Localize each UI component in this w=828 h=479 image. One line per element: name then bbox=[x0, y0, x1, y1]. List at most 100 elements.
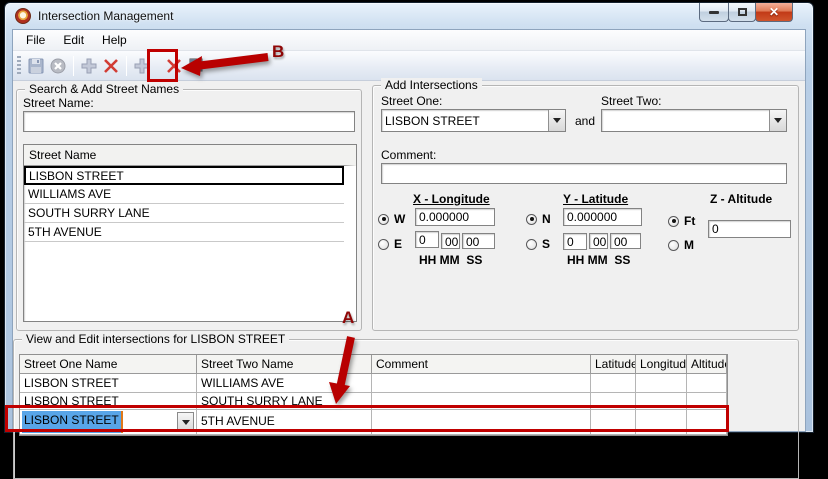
cell-altitude[interactable] bbox=[687, 374, 727, 393]
search-streets-groupbox: Search & Add Street Names Street Name: S… bbox=[16, 89, 362, 331]
longitude-mm-input[interactable]: 00 bbox=[441, 233, 460, 249]
menu-edit[interactable]: Edit bbox=[54, 31, 93, 49]
menu-help[interactable]: Help bbox=[93, 31, 136, 49]
latitude-hms-label: HH MM SS bbox=[567, 253, 630, 267]
longitude-value-input[interactable]: 0.000000 bbox=[415, 208, 495, 226]
street-one-label: Street One: bbox=[381, 94, 442, 108]
street-name-input[interactable] bbox=[23, 111, 355, 132]
comment-input[interactable] bbox=[381, 163, 787, 184]
meters-radio[interactable]: M bbox=[668, 238, 694, 252]
add-intersection-icon bbox=[134, 58, 150, 74]
cancel-button[interactable] bbox=[47, 55, 69, 77]
save-button[interactable] bbox=[25, 55, 47, 77]
cell-comment[interactable] bbox=[372, 374, 591, 393]
delete-street-button[interactable] bbox=[100, 55, 122, 77]
latitude-value-input[interactable]: 0.000000 bbox=[563, 208, 642, 226]
x-longitude-title: X - Longitude bbox=[413, 192, 490, 206]
app-window: Intersection Management ✕ File Edit Help bbox=[4, 2, 814, 433]
toolbar bbox=[13, 51, 805, 81]
title-bar[interactable]: Intersection Management ✕ bbox=[5, 3, 813, 29]
delete-intersection-icon bbox=[166, 58, 182, 74]
toolbar-grip[interactable] bbox=[17, 56, 21, 76]
east-radio[interactable]: E bbox=[378, 237, 402, 251]
cell-street-one[interactable]: LISBON STREET bbox=[20, 393, 197, 410]
add-groupbox-title: Add Intersections bbox=[381, 78, 482, 92]
cell-comment[interactable] bbox=[372, 410, 591, 435]
street-list-item[interactable]: WILLIAMS AVE bbox=[24, 185, 344, 204]
street-one-combo[interactable]: LISBON STREET bbox=[381, 109, 566, 132]
view-intersections-button[interactable] bbox=[185, 55, 207, 77]
view-groupbox-title: View and Edit intersections for LISBON S… bbox=[22, 332, 289, 346]
col-comment[interactable]: Comment bbox=[372, 355, 591, 374]
altitude-value-input[interactable]: 0 bbox=[708, 220, 791, 238]
window-title: Intersection Management bbox=[38, 9, 173, 23]
cell-street-two[interactable]: WILLIAMS AVE bbox=[197, 374, 372, 393]
radio-icon bbox=[378, 214, 389, 225]
table-row[interactable]: LISBON STREET WILLIAMS AVE bbox=[20, 374, 727, 393]
col-altitude[interactable]: Altitude bbox=[687, 355, 727, 374]
street-list: Street Name LISBON STREET WILLIAMS AVE S… bbox=[23, 144, 357, 322]
add-intersection-button[interactable] bbox=[131, 55, 153, 77]
cell-street-one[interactable]: LISBON STREET bbox=[20, 374, 197, 393]
cell-street-two[interactable]: SOUTH SURRY LANE bbox=[197, 393, 372, 410]
table-row[interactable]: LISBON STREET SOUTH SURRY LANE bbox=[20, 393, 727, 410]
maximize-icon bbox=[738, 8, 747, 16]
table-row-editing[interactable]: LISBON STREET 5TH AVENUE bbox=[20, 410, 727, 435]
street-one-edit-combo[interactable]: LISBON STREET bbox=[20, 410, 197, 435]
delete-intersection-button[interactable] bbox=[163, 55, 185, 77]
chevron-down-icon[interactable] bbox=[769, 110, 786, 131]
west-radio[interactable]: W bbox=[378, 212, 405, 226]
col-longitude[interactable]: Longitude bbox=[636, 355, 687, 374]
cell-latitude[interactable] bbox=[591, 374, 636, 393]
street-name-label: Street Name: bbox=[23, 96, 94, 110]
selected-text: LISBON STREET bbox=[22, 411, 121, 433]
add-street-button[interactable] bbox=[78, 55, 100, 77]
street-list-item[interactable]: 5TH AVENUE bbox=[24, 223, 344, 242]
cell-altitude[interactable] bbox=[687, 410, 727, 435]
toolbar-separator bbox=[73, 56, 74, 76]
save-icon bbox=[28, 58, 44, 74]
close-icon: ✕ bbox=[769, 5, 779, 19]
cell-latitude[interactable] bbox=[591, 410, 636, 435]
close-button[interactable]: ✕ bbox=[755, 3, 793, 22]
table-header-row: Street One Name Street Two Name Comment … bbox=[20, 355, 727, 374]
street-list-item[interactable]: SOUTH SURRY LANE bbox=[24, 204, 344, 223]
maximize-button[interactable] bbox=[728, 3, 756, 22]
north-radio[interactable]: N bbox=[526, 212, 551, 226]
feet-radio[interactable]: Ft bbox=[668, 214, 695, 228]
cell-longitude[interactable] bbox=[636, 374, 687, 393]
latitude-hh-input[interactable]: 0 bbox=[563, 233, 587, 250]
cell-street-two[interactable]: 5TH AVENUE bbox=[197, 410, 372, 435]
radio-icon bbox=[526, 239, 537, 250]
y-latitude-title: Y - Latitude bbox=[563, 192, 628, 206]
cell-comment[interactable] bbox=[372, 393, 591, 410]
cell-longitude[interactable] bbox=[636, 393, 687, 410]
delete-street-icon bbox=[103, 58, 119, 74]
longitude-hh-input[interactable]: 0 bbox=[415, 231, 439, 248]
cell-latitude[interactable] bbox=[591, 393, 636, 410]
add-street-icon bbox=[81, 58, 97, 74]
col-street-one[interactable]: Street One Name bbox=[20, 355, 197, 374]
radio-icon bbox=[668, 216, 679, 227]
chevron-down-icon[interactable] bbox=[548, 110, 565, 131]
col-street-two[interactable]: Street Two Name bbox=[197, 355, 372, 374]
longitude-ss-input[interactable]: 00 bbox=[462, 233, 495, 249]
radio-icon bbox=[526, 214, 537, 225]
street-one-value: LISBON STREET bbox=[382, 114, 548, 128]
app-icon bbox=[15, 8, 31, 24]
cancel-icon bbox=[50, 58, 66, 74]
latitude-ss-input[interactable]: 00 bbox=[610, 233, 641, 249]
street-list-item[interactable]: LISBON STREET bbox=[24, 166, 344, 185]
minimize-button[interactable] bbox=[699, 3, 729, 22]
col-latitude[interactable]: Latitude bbox=[591, 355, 636, 374]
menu-file[interactable]: File bbox=[17, 31, 54, 49]
radio-icon bbox=[378, 239, 389, 250]
latitude-mm-input[interactable]: 00 bbox=[589, 233, 608, 249]
chevron-down-icon[interactable] bbox=[177, 412, 194, 432]
cell-longitude[interactable] bbox=[636, 410, 687, 435]
street-two-combo[interactable] bbox=[601, 109, 787, 132]
view-intersections-groupbox: View and Edit intersections for LISBON S… bbox=[13, 339, 799, 479]
cell-altitude[interactable] bbox=[687, 393, 727, 410]
radio-icon bbox=[668, 240, 679, 251]
south-radio[interactable]: S bbox=[526, 237, 550, 251]
